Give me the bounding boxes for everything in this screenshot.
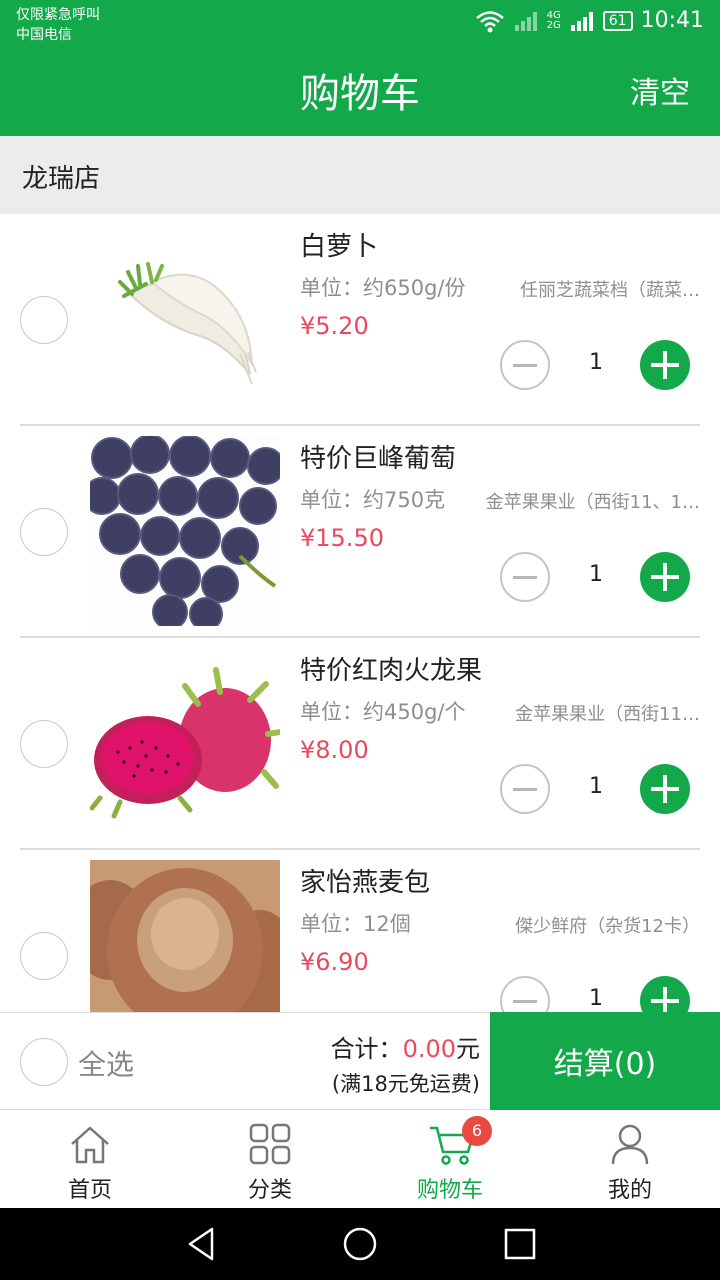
recent-apps-icon[interactable] <box>502 1226 538 1262</box>
cart-item: 家怡燕麦包 单位：12個 傑少鲜府（杂货12卡） ¥6.90 1 <box>0 850 720 1012</box>
quantity-value: 1 <box>589 986 603 1011</box>
decrease-quantity-button[interactable] <box>500 764 550 814</box>
product-name[interactable]: 家怡燕麦包 <box>300 862 430 899</box>
carrier-name: 中国电信 <box>16 27 72 43</box>
home-icon <box>71 1126 109 1164</box>
bottom-tab-bar: 首页 分类 6 购物车 我的 <box>0 1110 720 1208</box>
emergency-only-text: 仅限紧急呼叫 <box>16 7 100 23</box>
clear-cart-button[interactable]: 清空 <box>630 74 690 114</box>
tab-label: 我的 <box>607 1178 652 1203</box>
product-price: ¥15.50 <box>300 524 384 552</box>
product-price: ¥8.00 <box>300 736 369 764</box>
decrease-quantity-button[interactable] <box>500 552 550 602</box>
status-bar: 仅限紧急呼叫 中国电信 4G 2G 61 10:41 <box>0 0 720 56</box>
app-header: 购物车 清空 <box>0 56 720 136</box>
product-name[interactable]: 白萝卜 <box>300 226 378 263</box>
tab-profile[interactable]: 我的 <box>540 1110 720 1208</box>
tab-label: 首页 <box>67 1178 112 1203</box>
product-name[interactable]: 特价红肉火龙果 <box>300 650 482 687</box>
item-select-checkbox[interactable] <box>20 932 68 980</box>
store-name: 龙瑞店 <box>22 164 101 194</box>
tab-home[interactable]: 首页 <box>0 1110 180 1208</box>
network-type: 4G 2G <box>546 9 561 31</box>
product-name[interactable]: 特价巨峰葡萄 <box>300 438 456 475</box>
checkout-button[interactable]: 结算(0) <box>490 1012 720 1110</box>
cart-item: 白萝卜 单位：约650g/份 任丽芝蔬菜档（蔬菜… ¥5.20 1 <box>0 214 720 426</box>
signal-weak-icon <box>514 11 537 31</box>
total-amount: 0.00 <box>402 1035 456 1063</box>
increase-quantity-button[interactable] <box>640 552 690 602</box>
quantity-value: 1 <box>589 350 603 375</box>
increase-quantity-button[interactable] <box>640 764 690 814</box>
status-icons: 4G 2G 61 10:41 <box>475 8 704 33</box>
product-image[interactable] <box>90 860 280 1012</box>
red-dragon-fruit-image <box>90 648 280 838</box>
oat-bread-image <box>90 860 280 1012</box>
tab-cart[interactable]: 6 购物车 <box>360 1110 540 1208</box>
product-price: ¥6.90 <box>300 948 369 976</box>
select-all-label[interactable]: 全选 <box>78 1043 134 1083</box>
grid-icon <box>249 1123 291 1165</box>
quantity-value: 1 <box>589 774 603 799</box>
total-label: 合计： <box>330 1035 403 1063</box>
item-select-checkbox[interactable] <box>20 508 68 556</box>
tab-label: 分类 <box>247 1178 292 1203</box>
cart-item: 特价巨峰葡萄 单位：约750克 金苹果果业（西街11、1… ¥15.50 1 <box>0 426 720 638</box>
tab-category[interactable]: 分类 <box>180 1110 360 1208</box>
item-select-checkbox[interactable] <box>20 296 68 344</box>
decrease-quantity-button[interactable] <box>500 976 550 1012</box>
product-seller: 金苹果果业（西街11… <box>515 704 700 725</box>
battery-icon: 61 <box>602 10 633 31</box>
tab-label: 购物车 <box>416 1178 483 1203</box>
cart-item-list[interactable]: 白萝卜 单位：约650g/份 任丽芝蔬菜档（蔬菜… ¥5.20 1 特价巨峰葡萄… <box>0 214 720 1012</box>
kyoho-grapes-image <box>90 436 280 626</box>
decrease-quantity-button[interactable] <box>500 340 550 390</box>
increase-quantity-button[interactable] <box>640 340 690 390</box>
cart-count-badge: 6 <box>462 1116 492 1146</box>
product-unit: 单位：约650g/份 <box>300 276 466 300</box>
product-image[interactable] <box>90 648 280 838</box>
carrier-info: 仅限紧急呼叫 中国电信 <box>16 5 100 45</box>
product-seller: 傑少鲜府（杂货12卡） <box>515 916 700 937</box>
checkout-bar: 全选 合计：0.00元 (满18元免运费) 结算(0) <box>0 1012 720 1110</box>
system-nav-bar <box>0 1208 720 1280</box>
product-unit: 单位：约450g/个 <box>300 700 466 724</box>
product-price: ¥5.20 <box>300 312 369 340</box>
home-circle-icon[interactable] <box>342 1226 378 1262</box>
item-select-checkbox[interactable] <box>20 720 68 768</box>
cart-item: 特价红肉火龙果 单位：约450g/个 金苹果果业（西街11… ¥8.00 1 <box>0 638 720 850</box>
white-radish-image <box>90 224 280 414</box>
product-image[interactable] <box>90 436 280 626</box>
select-all-checkbox[interactable] <box>20 1038 68 1086</box>
product-unit: 单位：约750克 <box>300 488 446 512</box>
quantity-value: 1 <box>589 562 603 587</box>
store-header: 龙瑞店 <box>0 136 720 214</box>
free-shipping-note: (满18元免运费) <box>331 1072 480 1096</box>
wifi-icon <box>475 10 504 32</box>
increase-quantity-button[interactable] <box>640 976 690 1012</box>
signal-icon <box>570 11 593 31</box>
product-seller: 金苹果果业（西街11、1… <box>485 492 700 513</box>
back-icon[interactable] <box>184 1226 220 1262</box>
total-summary: 合计：0.00元 <box>300 1029 480 1064</box>
total-unit: 元 <box>456 1035 480 1063</box>
product-seller: 任丽芝蔬菜档（蔬菜… <box>520 280 700 301</box>
page-title: 购物车 <box>300 71 420 117</box>
clock: 10:41 <box>640 8 704 33</box>
product-image[interactable] <box>90 224 280 414</box>
user-icon <box>611 1124 649 1165</box>
product-unit: 单位：12個 <box>300 912 411 936</box>
